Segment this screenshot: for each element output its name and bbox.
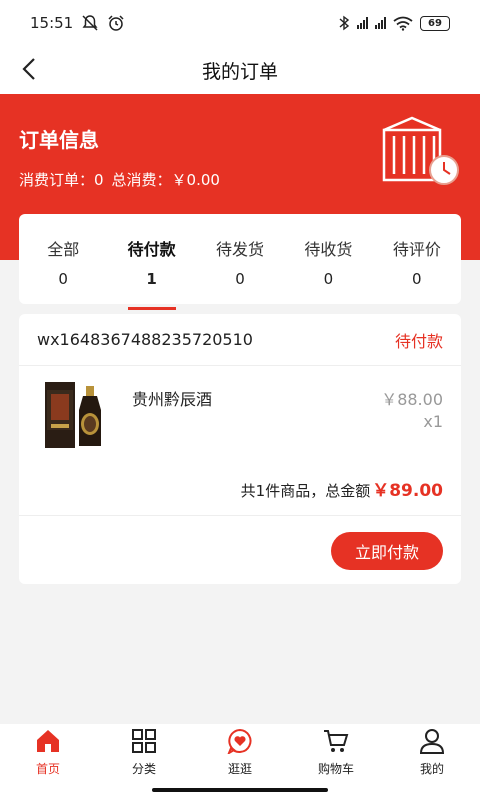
tab-label: 待评价 [392,240,441,259]
home-indicator[interactable] [152,788,328,792]
status-bar: 15:51 69 [0,0,480,46]
status-time: 15:51 [30,14,74,32]
product-quantity: x1 [423,412,443,431]
cart-icon [324,730,349,752]
order-product-row[interactable]: 贵州黔辰酒 ￥88.00 x1 共1件商品，总金额 ￥89.00 [19,366,461,516]
tab-label: 待付款 [127,240,176,259]
banner-title: 订单信息 [19,128,99,152]
chevron-left-icon [22,58,35,80]
banner-stats: 消费订单：0 总消费：￥0.00 [19,169,220,190]
grid-icon [132,729,156,753]
total-spent: 总消费：￥0.00 [111,171,220,189]
order-header: wx1648367488235720510 待付款 [19,314,461,366]
wifi-icon [393,16,413,31]
back-button[interactable] [14,54,44,84]
tab-label: 全部 [47,240,80,259]
tab-label: 待发货 [216,240,265,259]
heart-chat-icon [227,728,252,754]
battery-level: 69 [428,17,442,29]
order-card[interactable]: wx1648367488235720510 待付款 贵州黔辰酒 ￥88.00 x… [19,314,461,584]
order-status-tabs: 全部 0 待付款 1 待发货 0 待收货 0 待评价 0 [19,214,461,310]
active-tab-indicator [127,307,176,310]
tab-count: 0 [235,270,245,288]
order-total-amount: ￥89.00 [372,481,443,501]
tabbar-item-home[interactable]: 首页 [0,724,96,800]
tab-label: 待收货 [304,240,353,259]
battery-icon: 69 [420,15,450,31]
alarm-icon [108,15,124,31]
signal-strength-icon [375,17,386,29]
bluetooth-icon [339,15,350,31]
tabbar-label: 购物车 [317,762,354,776]
product-price: ￥88.00 [381,390,443,409]
tab-count: 0 [323,270,334,288]
orders-count: 消费订单：0 [19,171,104,189]
tabbar-label: 我的 [419,762,444,776]
tabbar-item-profile[interactable]: 我的 [384,724,480,800]
tab-pending-receipt[interactable]: 待收货 0 [284,214,372,304]
tab-count: 1 [146,270,157,288]
tab-all[interactable]: 全部 0 [19,214,107,304]
tabbar-label: 分类 [131,762,156,776]
tabbar-label: 逛逛 [227,762,252,776]
tab-pending-review[interactable]: 待评价 0 [373,214,461,304]
store-clock-icon [382,116,459,185]
order-id: wx1648367488235720510 [37,330,253,349]
order-status: 待付款 [394,331,443,351]
tab-pending-payment[interactable]: 待付款 1 [107,214,195,310]
signal-strength-icon [357,17,368,29]
tab-count: 0 [412,270,422,288]
tab-pending-shipment[interactable]: 待发货 0 [196,214,284,304]
nav-bar: 我的订单 [0,46,480,94]
product-image [45,382,101,448]
order-total-summary: 共1件商品，总金额 ￥89.00 [241,476,443,501]
product-name: 贵州黔辰酒 [132,390,213,409]
page-title: 我的订单 [201,60,278,83]
mute-bell-icon [82,15,98,31]
order-summary-label: 共1件商品，总金额 [240,482,371,500]
tabbar-label: 首页 [35,762,60,776]
user-icon [419,729,445,754]
pay-now-button[interactable]: 立即付款 [331,532,443,570]
tab-count: 0 [58,270,68,288]
home-icon [37,730,59,752]
